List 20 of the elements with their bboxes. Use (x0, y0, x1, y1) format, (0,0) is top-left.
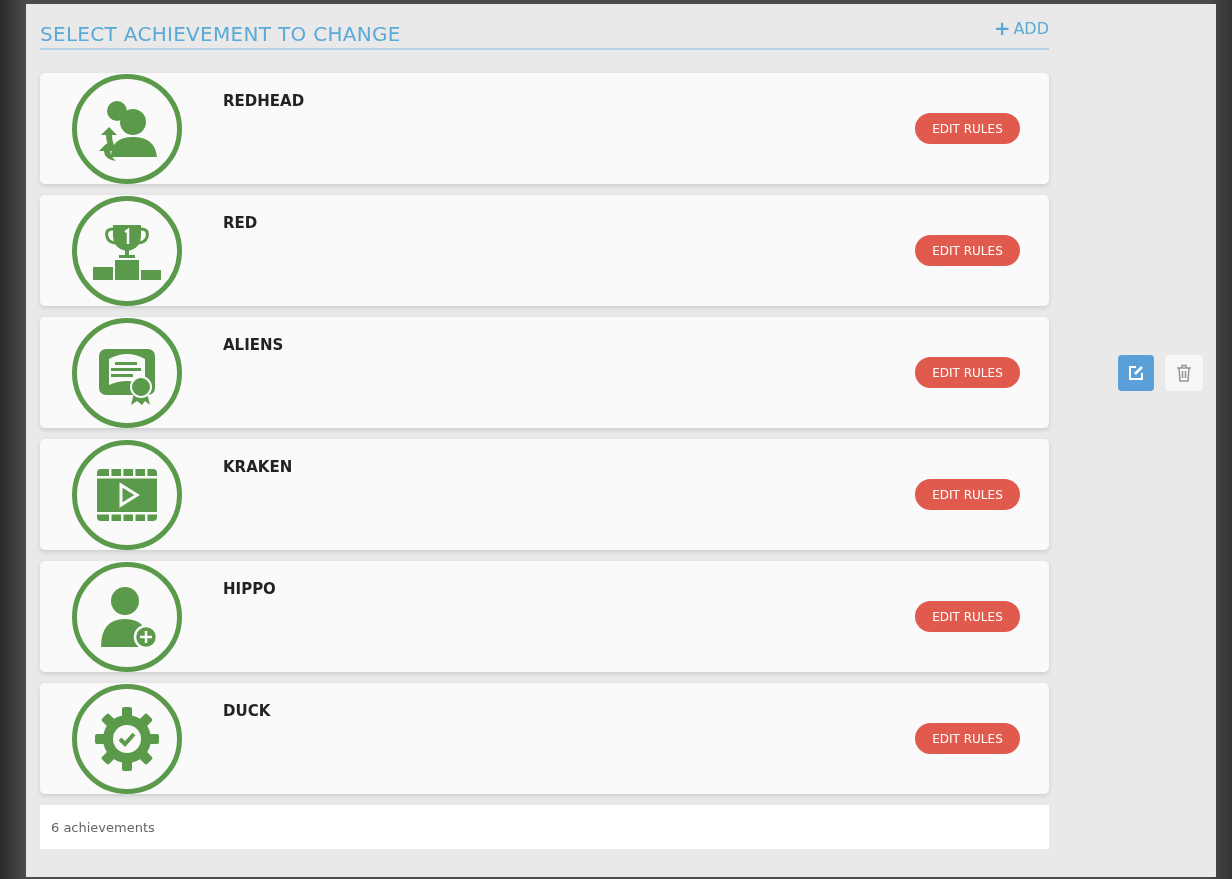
edit-icon (1127, 364, 1145, 382)
achievement-name: KRAKEN (223, 458, 293, 478)
achievement-name: ALIENS (223, 336, 284, 356)
achievement-name: DUCK (223, 702, 271, 722)
edit-rules-button[interactable]: EDIT RULES (915, 479, 1020, 510)
edit-rules-button[interactable]: EDIT RULES (915, 723, 1020, 754)
achievement-name: REDHEAD (223, 92, 305, 112)
edit-rules-button[interactable]: EDIT RULES (915, 357, 1020, 388)
achievement-count: 6 achievements (51, 819, 155, 835)
edit-rules-button[interactable]: EDIT RULES (915, 235, 1020, 266)
achievement-name: RED (223, 214, 258, 234)
edit-rules-button[interactable]: EDIT RULES (915, 601, 1020, 632)
page-title: SELECT ACHIEVEMENT TO CHANGE (40, 22, 401, 46)
trash-icon (1175, 363, 1193, 383)
delete-button[interactable] (1165, 355, 1203, 391)
edit-rules-button[interactable]: EDIT RULES (915, 113, 1020, 144)
achievement-name: HIPPO (223, 580, 276, 600)
edit-button[interactable] (1118, 355, 1154, 391)
users-icon (71, 72, 183, 185)
add-link[interactable]: +ADD (993, 16, 1049, 40)
